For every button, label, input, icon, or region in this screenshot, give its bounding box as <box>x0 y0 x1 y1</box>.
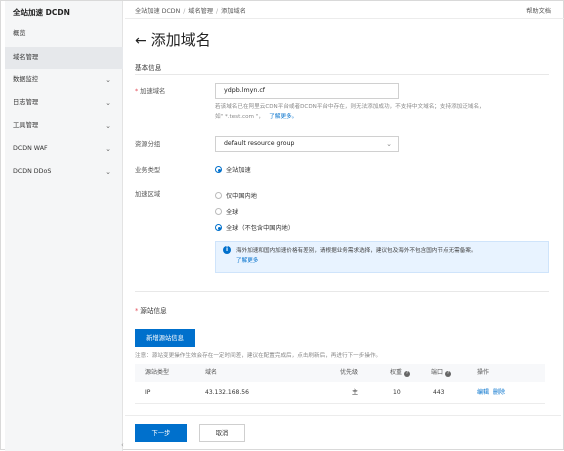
next-step-button[interactable]: 下一步 <box>135 424 187 442</box>
resource-group-value: default resource group <box>224 140 295 147</box>
cancel-button[interactable]: 取消 <box>199 424 245 442</box>
resource-group-label: 资源分组 <box>135 141 161 148</box>
section-title-origin: * 源站信息 <box>135 307 167 315</box>
region-info-box: i 海外加速和国内加速价格有差别，请根据业务需求选择，建议包及海外不包含国内节点… <box>215 241 549 273</box>
divider <box>135 74 549 75</box>
sidebar-item-dcdn-ddos[interactable]: DCDN DDoS ⌄ <box>5 161 123 183</box>
region-label: 加速区域 <box>135 191 161 198</box>
breadcrumb-item[interactable]: 全站加速 DCDN <box>135 8 180 15</box>
sidebar-item-log-management[interactable]: 日志管理 ⌄ <box>5 92 123 114</box>
column-header-type: 源站类型 <box>145 369 170 376</box>
chevron-down-icon: ⌄ <box>105 76 111 84</box>
question-icon[interactable]: ? <box>445 371 452 377</box>
delete-origin-link[interactable]: 删除 <box>493 389 505 396</box>
domain-label: * 加速域名 <box>135 88 166 95</box>
app-frame: 全站加速 DCDN 概览 域名管理 数据监控 ⌄ 日志管理 ⌄ 工具管理 ⌄ DCDN… <box>0 0 564 451</box>
cell-domain: 43.132.168.56 <box>205 389 249 396</box>
breadcrumb: 全站加速 DCDN / 域名管理 / 添加域名 <box>135 6 246 15</box>
section-title-basic: 基本信息 <box>135 64 162 72</box>
sidebar-item-domain-management[interactable]: 域名管理 <box>5 47 123 69</box>
radio[interactable] <box>215 192 222 199</box>
sidebar-item-dcdn-waf[interactable]: DCDN WAF ⌄ <box>5 138 123 160</box>
radio-selected[interactable] <box>215 166 222 173</box>
business-type-option[interactable]: 全站加速 <box>215 165 251 174</box>
main-content: ← 添加域名 基本信息 * 加速域名 ydpb.lmyn.cf 若该域名已在阿里云C… <box>125 19 561 451</box>
radio[interactable] <box>215 208 222 215</box>
column-header-actions: 操作 <box>477 369 490 376</box>
arrow-left-icon[interactable]: ← <box>135 33 147 49</box>
cell-type: IP <box>145 389 151 396</box>
help-docs-link[interactable]: 帮助文档 <box>526 6 551 15</box>
column-header-priority: 优先级 <box>340 369 359 376</box>
sidebar-item-data-monitoring[interactable]: 数据监控 ⌄ <box>5 69 123 91</box>
chevron-down-icon: ⌄ <box>386 140 392 148</box>
sidebar-item-label: DCDN DDoS <box>13 168 52 175</box>
add-origin-button[interactable]: 新增源站信息 <box>135 329 195 347</box>
cell-actions: 编辑 删除 <box>477 382 509 404</box>
domain-learn-more-link[interactable]: 了解更多。 <box>269 114 297 120</box>
sidebar-item-overview[interactable]: 概览 <box>5 23 123 45</box>
cell-priority: 主 <box>352 389 359 396</box>
chevron-down-icon: ⌄ <box>105 145 111 153</box>
sidebar-brand: 全站加速 DCDN <box>13 8 70 17</box>
chevron-down-icon: ⌄ <box>105 99 111 107</box>
question-icon[interactable]: ? <box>404 371 411 377</box>
chevron-down-icon: ⌄ <box>105 168 111 176</box>
page-title: ← 添加域名 <box>135 29 211 50</box>
sidebar-item-label: 域名管理 <box>13 54 39 61</box>
breadcrumb-separator: / <box>216 8 219 15</box>
info-icon: i <box>223 246 231 254</box>
column-header-port: 端口? <box>431 369 452 377</box>
region-option-global[interactable]: 全球 <box>215 207 238 216</box>
info-learn-more-link[interactable]: 了解更多 <box>236 256 540 266</box>
page-title-text: 添加域名 <box>150 31 211 49</box>
origin-note: 注意：源站变更操作生效会存在一定时间差，建议在配置完成后，点击刷新后，再进行下一… <box>135 353 382 359</box>
origin-table-header: 源站类型 域名 优先级 权重? 端口? 操作 <box>135 364 545 382</box>
breadcrumb-item[interactable]: 域名管理 <box>188 8 213 15</box>
sidebar: 全站加速 DCDN 概览 域名管理 数据监控 ⌄ 日志管理 ⌄ 工具管理 ⌄ DCDN… <box>5 1 123 451</box>
footer-divider <box>125 415 561 416</box>
domain-input[interactable]: ydpb.lmyn.cf <box>215 83 399 99</box>
domain-hint-line: 若该域名已在阿里云CDN平台或者DCDN平台中存在，则无法添加成功，不支持中文域… <box>215 104 485 110</box>
sidebar-item-label: DCDN WAF <box>13 145 48 152</box>
sidebar-item-label: 日志管理 <box>13 99 39 106</box>
sidebar-collapse-handle[interactable]: ‹ <box>121 441 124 449</box>
required-mark: * <box>135 88 139 95</box>
column-header-domain: 域名 <box>205 369 218 376</box>
edit-origin-link[interactable]: 编辑 <box>477 389 489 396</box>
breadcrumb-separator: / <box>183 8 186 15</box>
domain-hint-line-2: 如" *.test.com "， 了解更多。 <box>215 114 298 120</box>
info-text: 海外加速和国内加速价格有差别，请根据业务需求选择，建议包及海外不包含国内节点无需… <box>236 248 477 254</box>
table-row: IP 43.132.168.56 主 10 443 编辑 删除 <box>135 382 545 404</box>
region-option-china-mainland[interactable]: 仅中国内地 <box>215 191 257 200</box>
top-bar: 全站加速 DCDN / 域名管理 / 添加域名 帮助文档 <box>125 1 564 19</box>
sidebar-item-tool-management[interactable]: 工具管理 ⌄ <box>5 115 123 137</box>
region-option-global-excl-china[interactable]: 全球（不包含中国内地） <box>215 223 294 232</box>
column-header-weight: 权重? <box>390 369 411 377</box>
cell-port: 443 <box>433 389 445 396</box>
chevron-down-icon: ⌄ <box>105 122 111 130</box>
radio-selected[interactable] <box>215 224 222 231</box>
cell-weight: 10 <box>393 389 401 396</box>
required-mark: * <box>135 307 139 315</box>
sidebar-item-label: 数据监控 <box>13 76 39 83</box>
business-type-label: 业务类型 <box>135 167 161 174</box>
sidebar-item-label: 概览 <box>13 30 26 37</box>
domain-hint: 若该域名已在阿里云CDN平台或者DCDN平台中存在，则无法添加成功，不支持中文域… <box>215 102 555 122</box>
sidebar-item-label: 工具管理 <box>13 122 39 129</box>
divider <box>135 291 549 292</box>
resource-group-select[interactable]: default resource group ⌄ <box>215 136 399 152</box>
breadcrumb-item-current: 添加域名 <box>221 8 246 15</box>
